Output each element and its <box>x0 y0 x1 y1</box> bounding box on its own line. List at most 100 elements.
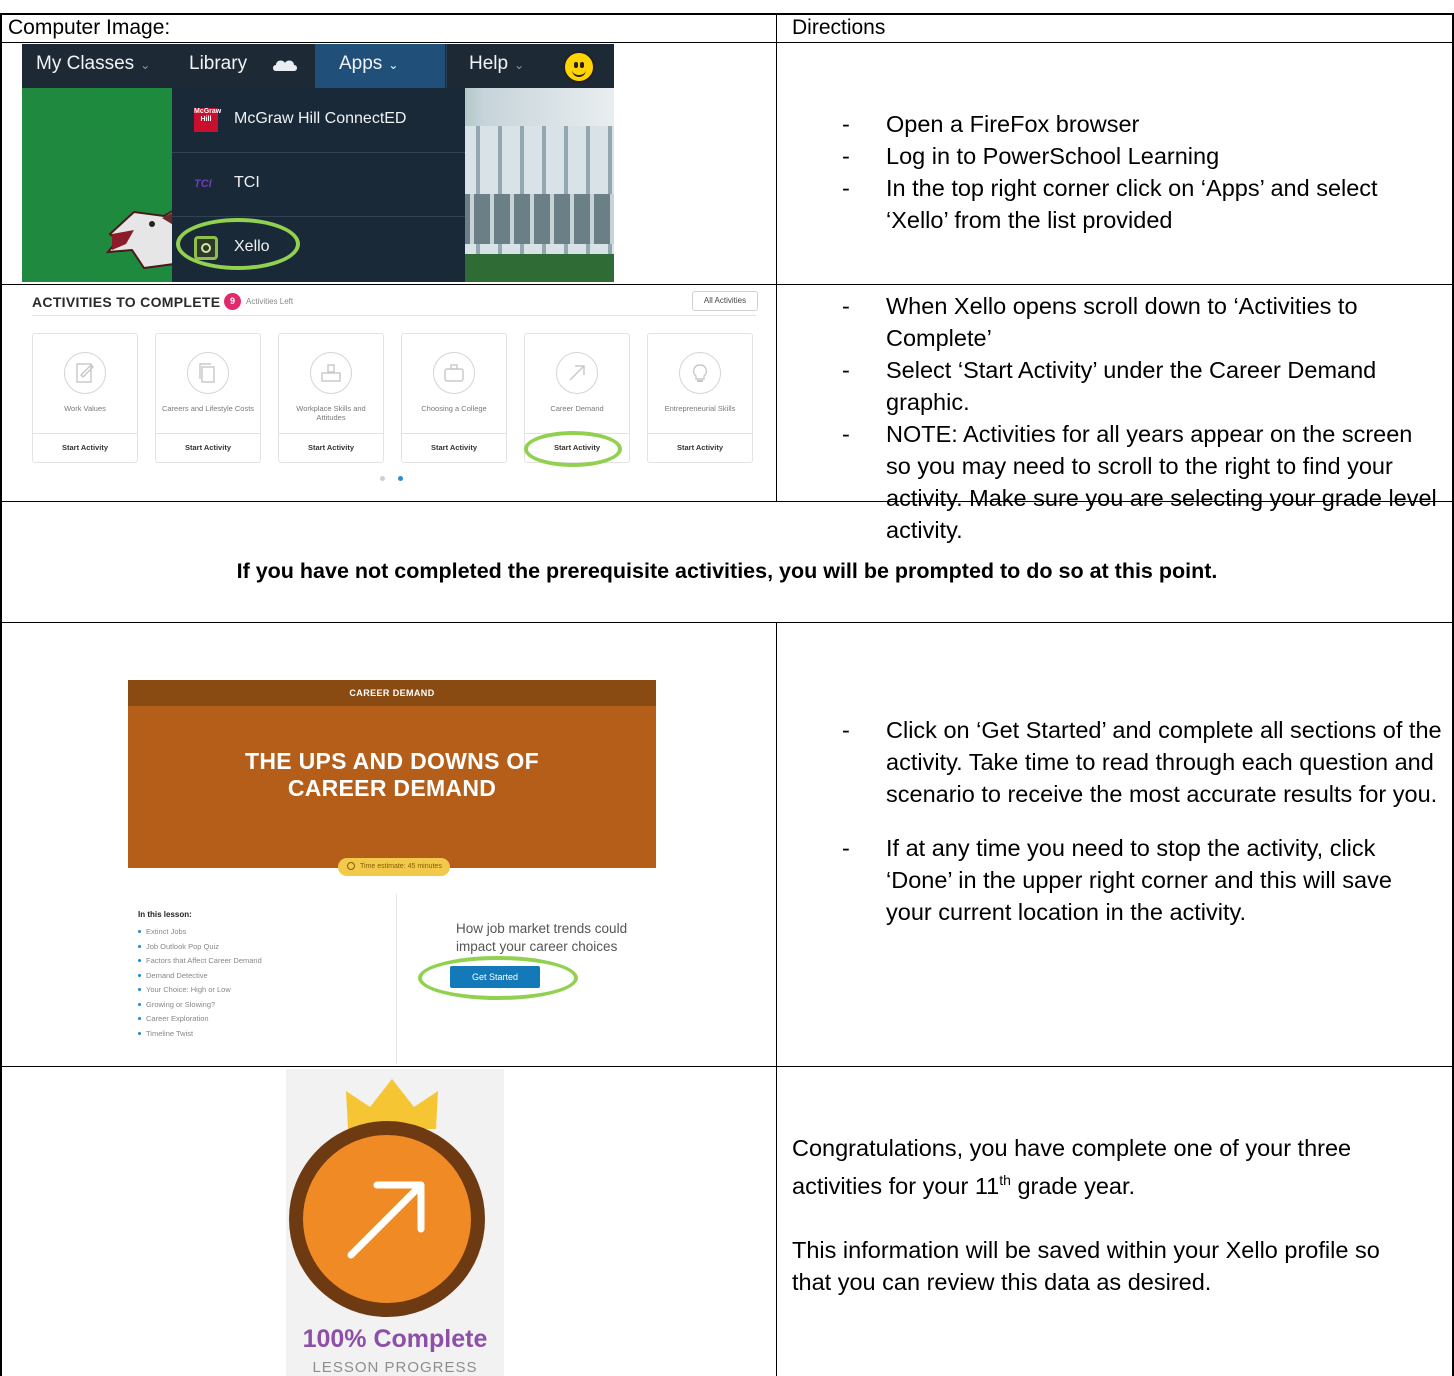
desk-icon <box>321 364 341 382</box>
highlight-ring-xello <box>176 218 300 270</box>
activities-left-label: Activities Left <box>246 297 294 306</box>
ordinal-suffix: th <box>999 1172 1011 1188</box>
activity-card-choosing-college[interactable]: Choosing a College Start Activity <box>401 333 507 463</box>
profile-saved-text: This information will be saved within yo… <box>792 1236 1380 1295</box>
medal-badge <box>289 1121 485 1317</box>
lesson-subtitle: How job market trends could impact your … <box>456 921 628 954</box>
direction-item: Log in to PowerSchool Learning <box>792 140 1442 172</box>
lesson-complete-screenshot: 100% Complete LESSON PROGRESS <box>286 1069 504 1376</box>
powerschool-nav-bar: My Classes ⌄ Library Apps ⌄ Help ⌄ <box>22 44 614 88</box>
lesson-item: Career Exploration <box>138 1012 388 1027</box>
chevron-down-icon: ⌄ <box>388 58 399 72</box>
lightbulb-icon <box>692 364 708 382</box>
lesson-title-line: CAREER DEMAND <box>287 775 497 801</box>
lesson-item: Factors that Affect Career Demand <box>138 954 388 969</box>
card-name: Choosing a College <box>421 404 487 413</box>
menu-item-label: TCI <box>234 174 260 191</box>
card-name: Career Demand <box>550 404 604 413</box>
activity-card-entrepreneurial[interactable]: Entrepreneurial Skills Start Activity <box>647 333 753 463</box>
table-border-left <box>0 13 2 1376</box>
card-name: Careers and Lifestyle Costs <box>161 404 255 413</box>
nav-my-classes-label: My Classes <box>36 53 135 74</box>
lesson-top-bar: CAREER DEMAND <box>128 680 656 706</box>
lesson-progress-label: LESSON PROGRESS <box>312 1359 478 1376</box>
powerschool-screenshot: My Classes ⌄ Library Apps ⌄ Help ⌄ McGraw H… <box>22 44 614 282</box>
nav-apps[interactable]: Apps ⌄ <box>315 44 445 88</box>
start-activity-button[interactable]: Start Activity <box>648 433 752 462</box>
lesson-item: Timeline Twist <box>138 1027 388 1042</box>
menu-item-mcgraw-hill[interactable]: McGraw Hill McGraw Hill ConnectED <box>172 88 465 153</box>
direction-item: NOTE: Activities for all years appear on… <box>792 418 1442 546</box>
edit-icon <box>76 363 94 383</box>
directions-step-1: Open a FireFox browser Log in to PowerSc… <box>792 108 1442 236</box>
row3-divider <box>0 1066 1454 1067</box>
xello-activities-screenshot: ACTIVITIES TO COMPLETE 9 Activities Left… <box>22 287 762 497</box>
notice-row-divider <box>0 622 1454 623</box>
menu-item-label: McGraw Hill ConnectED <box>234 110 407 127</box>
column-divider-bottom <box>776 622 777 1376</box>
documents-icon <box>199 363 215 383</box>
card-name: Entrepreneurial Skills <box>664 404 736 413</box>
card-name: Work Values <box>64 404 106 413</box>
nav-apps-label: Apps <box>339 53 383 74</box>
card-name: Workplace Skills and Attitudes <box>296 404 366 422</box>
lesson-item: Growing or Slowing? <box>138 998 388 1013</box>
start-activity-button[interactable]: Start Activity <box>156 433 260 462</box>
direction-item: In the top right corner click on ‘Apps’ … <box>792 172 1442 236</box>
activity-card-careers-lifestyle[interactable]: Careers and Lifestyle Costs Start Activi… <box>155 333 261 463</box>
direction-item: Select ‘Start Activity’ under the Career… <box>792 354 1442 418</box>
start-activity-button[interactable]: Start Activity <box>33 433 137 462</box>
menu-item-tci[interactable]: TCI TCI <box>172 152 465 217</box>
lesson-title: THE UPS AND DOWNS OF CAREER DEMAND <box>128 748 656 802</box>
prerequisite-notice: If you have not completed the prerequisi… <box>236 559 1218 583</box>
directions-step-3: Click on ‘Get Started’ and complete all … <box>792 714 1442 928</box>
column-divider-top <box>776 13 777 502</box>
activities-divider <box>32 315 756 316</box>
table-border-top <box>0 13 1454 15</box>
direction-item: If at any time you need to stop the acti… <box>792 832 1442 928</box>
header-directions: Directions <box>792 16 886 39</box>
directions-step-2: When Xello opens scroll down to ‘Activit… <box>792 290 1442 546</box>
tci-logo-icon: TCI <box>194 178 212 190</box>
directions-step-4: Congratulations, you have complete one o… <box>792 1132 1412 1298</box>
nav-my-classes[interactable]: My Classes ⌄ <box>36 44 166 88</box>
all-activities-button[interactable]: All Activities <box>692 291 758 311</box>
congratulations-text-end: grade year. <box>1010 1172 1136 1199</box>
school-building-windows <box>454 194 614 244</box>
lesson-item: Job Outlook Pop Quiz <box>138 940 388 955</box>
mcgraw-hill-logo-icon: McGraw Hill <box>194 108 221 132</box>
nav-library[interactable]: Library <box>189 44 259 88</box>
arrow-up-right-icon <box>347 1181 425 1259</box>
lesson-title-line: THE UPS AND DOWNS OF <box>245 748 539 774</box>
lesson-item: Your Choice: High or Low <box>138 983 388 998</box>
start-activity-button[interactable]: Start Activity <box>402 433 506 462</box>
carousel-dot[interactable] <box>380 476 385 481</box>
row1-divider <box>0 284 1454 285</box>
start-activity-button[interactable]: Start Activity <box>279 433 383 462</box>
activities-title: ACTIVITIES TO COMPLETE <box>32 294 221 310</box>
smiley-face-icon <box>563 51 595 83</box>
highlight-ring-get-started <box>418 956 578 1000</box>
activities-left-badge: 9 <box>224 293 241 310</box>
activity-card-workplace-skills[interactable]: Workplace Skills and Attitudes Start Act… <box>278 333 384 463</box>
percent-complete: 100% Complete <box>302 1325 488 1353</box>
congratulations-text: Congratulations, you have complete one o… <box>792 1132 1412 1202</box>
direction-item: When Xello opens scroll down to ‘Activit… <box>792 290 1442 354</box>
arrow-up-right-icon <box>569 365 585 381</box>
header-row-divider <box>0 42 1454 43</box>
onedrive-cloud-icon[interactable] <box>272 56 298 72</box>
time-estimate-badge: Time estimate: 45 minutes <box>338 858 450 876</box>
career-demand-lesson-screenshot: CAREER DEMAND THE UPS AND DOWNS OF CAREE… <box>128 680 656 1064</box>
nav-help-label: Help <box>469 53 509 74</box>
highlight-ring-start-activity <box>524 431 622 467</box>
lesson-outline-heading: In this lesson: <box>138 910 192 919</box>
chevron-down-icon: ⌄ <box>514 58 525 72</box>
activity-card-work-values[interactable]: Work Values Start Activity <box>32 333 138 463</box>
direction-item: Click on ‘Get Started’ and complete all … <box>792 714 1442 810</box>
header-computer-image: Computer Image: <box>8 16 171 39</box>
carousel-dot-active[interactable] <box>398 476 403 481</box>
lesson-column-divider <box>396 894 397 1064</box>
nav-help[interactable]: Help ⌄ <box>446 44 546 88</box>
briefcase-icon <box>444 364 464 382</box>
lesson-item: Demand Detective <box>138 969 388 984</box>
